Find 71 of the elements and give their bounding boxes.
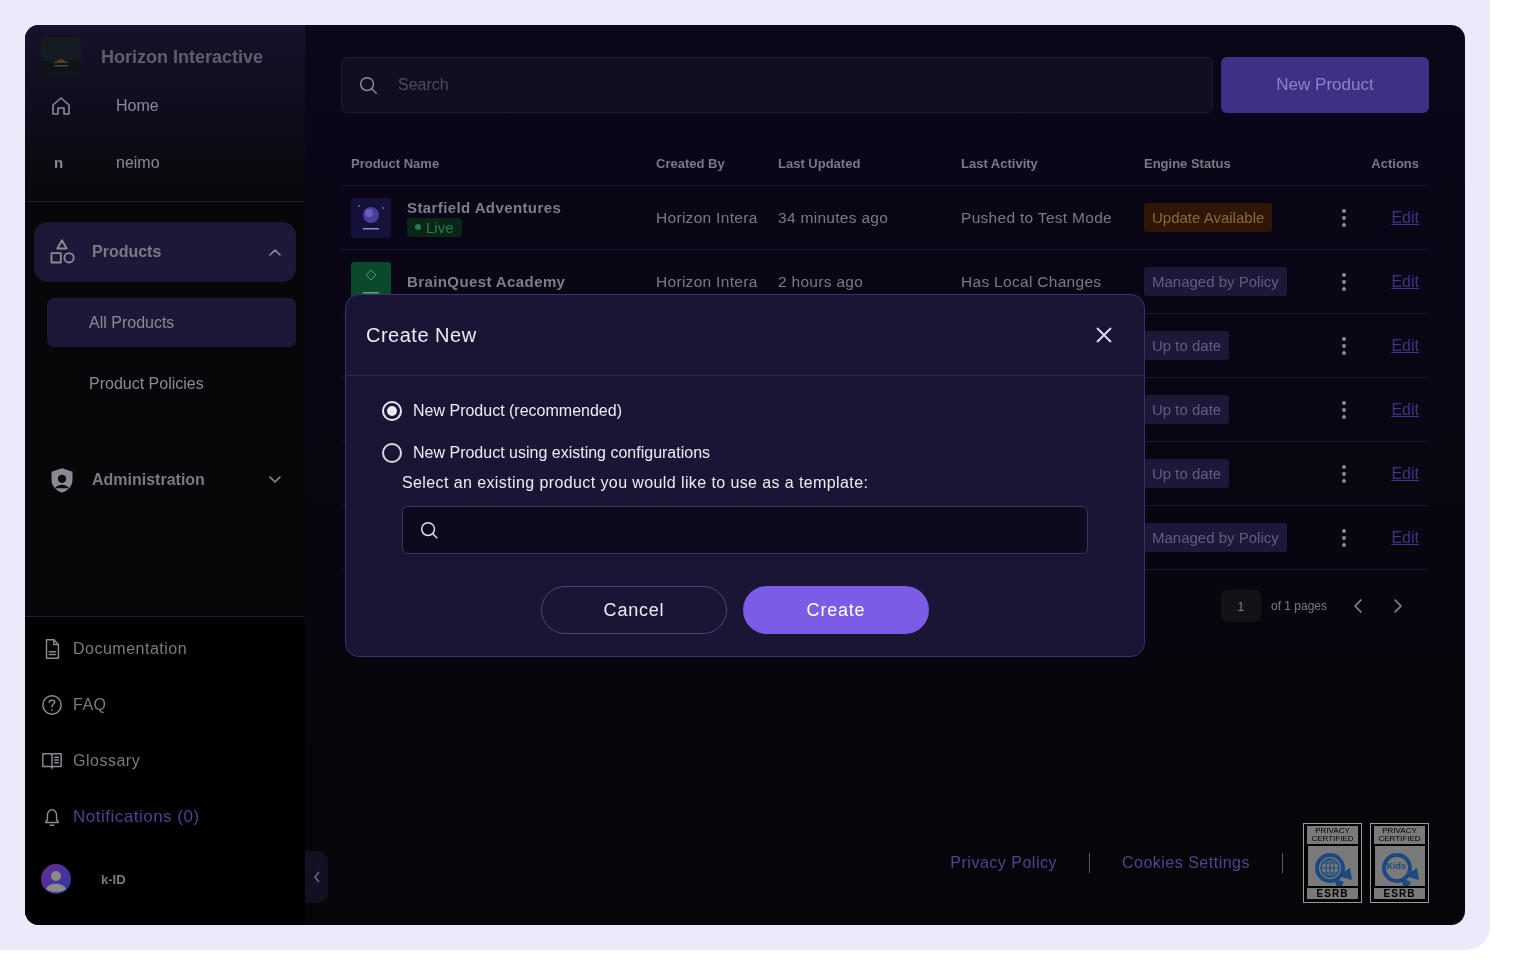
sidebar-link[interactable]: Glossary (41, 733, 305, 789)
more-icon[interactable] (1341, 207, 1347, 228)
status-badge: Up to date (1144, 331, 1230, 360)
sidebar-link[interactable]: FAQ (41, 677, 305, 733)
sidebar-item[interactable]: Home (41, 77, 305, 134)
table-cell: Pushed to Test Mode (961, 208, 1113, 227)
dialog-title: Create New (366, 323, 477, 347)
status-badge: Update Available (1144, 203, 1273, 232)
footer-link[interactable]: Cookies Settings (1089, 854, 1282, 872)
question-icon (41, 694, 63, 716)
template-search-field[interactable] (402, 506, 1088, 554)
more-icon[interactable] (1341, 335, 1347, 356)
column-header: Actions (1370, 155, 1420, 171)
search-icon (418, 519, 440, 541)
template-prompt: Select an existing product you would like to use as a template: (401, 474, 870, 492)
nav-group[interactable]: Products (34, 222, 296, 282)
more-icon[interactable] (1341, 399, 1347, 420)
nav-group[interactable]: Administration (34, 450, 296, 510)
column-header: Last Updated (777, 155, 862, 171)
chevron-left-icon (311, 870, 322, 884)
table-cell: 2 hours ago (778, 272, 864, 291)
globe-ribbon-icon (1307, 846, 1358, 886)
chevron-left-icon (1353, 598, 1363, 614)
radio-button[interactable] (382, 400, 402, 421)
radio-option[interactable]: New Product using existing configurations (382, 442, 1088, 463)
footer-link[interactable]: Privacy Policy (918, 854, 1089, 872)
create-button[interactable]: Create (743, 586, 929, 634)
more-icon[interactable] (1341, 463, 1347, 484)
radio-button[interactable] (382, 442, 402, 463)
ribbon-icon (1374, 846, 1425, 886)
sidebar-link[interactable]: Notifications (0) (41, 789, 305, 845)
column-header: Created By (655, 155, 726, 171)
avatar-icon (41, 864, 71, 894)
sidebar-subitem[interactable]: All Products (47, 298, 296, 347)
initial-letter: n (53, 154, 64, 171)
table-cell: 34 minutes ago (778, 208, 889, 227)
sidebar-link[interactable]: Documentation (41, 621, 305, 677)
certification-seal: PRIVACY CERTIFIED Kids ESRB (1370, 823, 1429, 903)
radio-option[interactable]: New Product (recommended) (382, 400, 1088, 421)
collapse-handle[interactable] (305, 851, 328, 903)
brand-name: Horizon Interactive (101, 46, 264, 68)
page-count: of 1 pages (1270, 599, 1327, 613)
column-header: Last Activity (960, 155, 1039, 171)
table-cell: Horizon Intera (656, 272, 758, 291)
column-header: Product Name (350, 155, 441, 171)
shapes-icon (48, 238, 76, 266)
sidebar-subitem[interactable]: Product Policies (47, 359, 296, 408)
chevron-right-icon[interactable] (1393, 598, 1403, 614)
status-badge: Managed by Policy (1144, 523, 1287, 552)
search-field[interactable]: Search (341, 57, 1213, 113)
certification-seal: PRIVACY CERTIFIED ESRB (1303, 823, 1362, 903)
status-badge: Up to date (1144, 459, 1230, 488)
product-name: Starfield Adventures (407, 198, 562, 216)
table-cell: Has Local Changes (961, 272, 1102, 291)
user-name: k-ID (101, 871, 126, 887)
column-header: Engine Status (1143, 155, 1232, 171)
table-cell: Horizon Intera (656, 208, 758, 227)
status-badge: Live (407, 217, 462, 237)
more-icon[interactable] (1341, 527, 1347, 548)
more-icon[interactable] (1341, 271, 1347, 292)
book-icon (41, 750, 63, 772)
search-icon (357, 74, 379, 96)
chevron-up-icon (268, 247, 282, 257)
close-icon[interactable] (1094, 325, 1114, 345)
sidebar-item[interactable]: n neimo (41, 134, 305, 191)
status-badge: Managed by Policy (1144, 267, 1287, 296)
chevron-down-icon (268, 475, 282, 485)
product-name: BrainQuest Academy (407, 273, 566, 290)
new-product-button[interactable]: New Product (1221, 57, 1429, 113)
status-badge: Up to date (1144, 395, 1230, 424)
page-number-field[interactable]: 1 (1220, 590, 1261, 622)
